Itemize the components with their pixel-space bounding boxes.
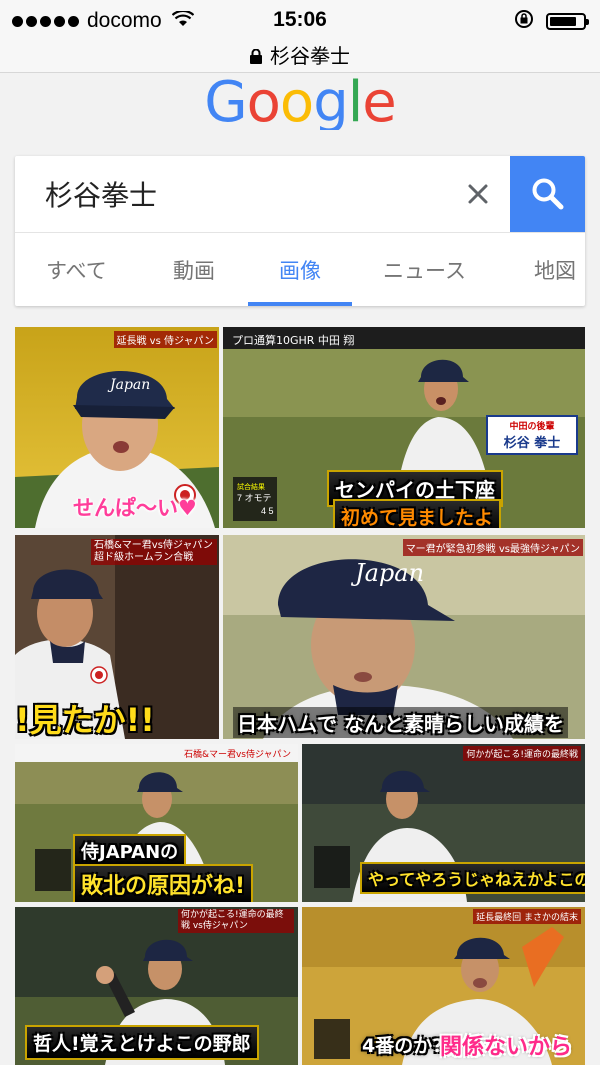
image-name-tag: 中田の後輩 杉谷 拳士 bbox=[486, 415, 578, 455]
url-text: 杉谷拳士 bbox=[270, 46, 350, 68]
logo-letter: g bbox=[313, 70, 349, 130]
image-overlay-text: 何かが起こる!運命の最終戦 vs侍ジャパン bbox=[178, 909, 294, 933]
image-caption-line2: 敗北の原因がね! bbox=[73, 864, 254, 902]
logo-letter: e bbox=[362, 70, 396, 130]
search-button[interactable] bbox=[510, 156, 585, 232]
image-result[interactable]: Japan マー君が緊急初参戦 vs最強侍ジャパン 日本ハムで なんと素晴らしい… bbox=[223, 535, 585, 739]
image-overlay-text: プロ通算10GHR 中田 翔 bbox=[232, 334, 355, 347]
image-result[interactable]: Japan 延長戦 vs 侍ジャパン せんぱ〜い♥ bbox=[15, 327, 219, 528]
image-caption-b: 関係ないから bbox=[440, 1035, 573, 1060]
image-caption-line2: 初めて見ましたよ bbox=[333, 499, 502, 528]
image-overlay-text: 石橋&マー君vs侍ジャパン 超ド級ホームラン合戦 bbox=[91, 539, 217, 565]
active-tab-indicator bbox=[248, 302, 352, 306]
image-caption: !見たか!! bbox=[15, 701, 155, 739]
image-caption: せんぱ〜い♥ bbox=[73, 496, 197, 520]
battery-icon bbox=[546, 13, 589, 30]
google-logo[interactable]: Google bbox=[0, 70, 600, 130]
search-input[interactable]: 杉谷拳士 bbox=[45, 174, 157, 214]
svg-text:4 5: 4 5 bbox=[261, 506, 274, 516]
status-bar: docomo 15:06 杉谷拳士 bbox=[0, 0, 600, 73]
image-overlay-text: 何かが起こる!運命の最終戦 bbox=[463, 746, 581, 761]
svg-text:Japan: Japan bbox=[350, 559, 424, 587]
image-result[interactable]: 何かが起こる!運命の最終戦 やってやろうじゃねえかよこの野郎! bbox=[302, 744, 585, 902]
image-overlay-text: 延長戦 vs 侍ジャパン bbox=[113, 331, 217, 348]
search-icon bbox=[532, 178, 563, 210]
logo-letter: l bbox=[347, 70, 364, 130]
image-caption-a: 4番のか? bbox=[362, 1035, 444, 1057]
image-result[interactable]: 試合結果 7 オモテ 4 5 プロ通算10GHR 中田 翔 中田の後輩 杉谷 拳… bbox=[223, 327, 585, 528]
image-caption: 日本ハムで なんと素晴らしい成績を bbox=[233, 707, 568, 738]
image-caption: やってやろうじゃねえかよこの野郎! bbox=[360, 862, 585, 894]
tab-images[interactable]: 画像 bbox=[279, 255, 321, 285]
image-result[interactable]: 何かが起こる!運命の最終戦 vs侍ジャパン 哲人!覚えとけよこの野郎 bbox=[15, 907, 298, 1065]
svg-text:試合結果: 試合結果 bbox=[237, 482, 265, 491]
logo-letter: o bbox=[246, 70, 281, 130]
tab-maps[interactable]: 地図 bbox=[534, 255, 576, 285]
search-tabs: すべて 動画 画像 ニュース 地図 bbox=[15, 233, 585, 306]
clear-icon[interactable] bbox=[460, 176, 496, 212]
lock-icon bbox=[250, 47, 262, 70]
address-bar[interactable]: 杉谷拳士 bbox=[0, 40, 600, 70]
image-caption: 哲人!覚えとけよこの野郎 bbox=[25, 1025, 259, 1060]
image-overlay-text: 石橋&マー君vs侍ジャパン bbox=[183, 750, 291, 760]
logo-letter: o bbox=[279, 70, 314, 130]
logo-letter: G bbox=[204, 70, 247, 130]
search-box[interactable]: 杉谷拳士 bbox=[15, 156, 585, 233]
svg-text:Japan: Japan bbox=[107, 377, 150, 393]
image-caption-line1: 侍JAPANの bbox=[73, 834, 187, 868]
tab-videos[interactable]: 動画 bbox=[173, 255, 215, 285]
image-overlay-text: マー君が緊急初参戦 vs最強侍ジャパン bbox=[402, 539, 583, 556]
tab-all[interactable]: すべて bbox=[46, 255, 107, 285]
image-result[interactable]: 石橋&マー君vs侍ジャパン 超ド級ホームラン合戦 !見たか!! bbox=[15, 535, 219, 739]
svg-text:7 オモテ: 7 オモテ bbox=[237, 493, 272, 503]
rotation-lock-icon bbox=[514, 9, 534, 34]
clock: 15:06 bbox=[273, 8, 327, 31]
image-overlay-text: 延長最終回 まさかの結末 bbox=[473, 909, 581, 924]
search-card: 杉谷拳士 すべて 動画 画像 ニュース 地図 bbox=[15, 156, 585, 306]
image-result[interactable]: 延長最終回 まさかの結末 4番のか? 関係ないから bbox=[302, 907, 585, 1065]
image-result[interactable]: 石橋&マー君vs侍ジャパン 侍JAPANの 敗北の原因がね! bbox=[15, 744, 298, 902]
tab-news[interactable]: ニュース bbox=[383, 255, 466, 285]
